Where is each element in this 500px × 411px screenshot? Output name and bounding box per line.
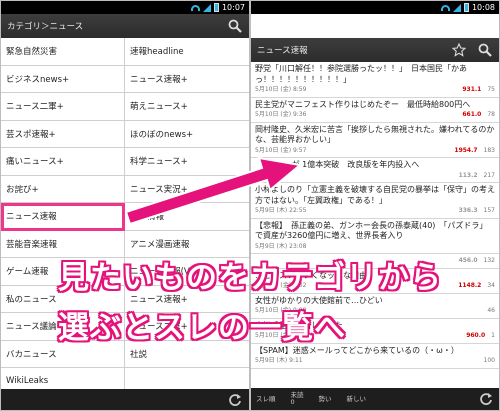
thread-row[interactable]: 【悲報】 孫正義の弟、ガンホー会長の孫泰蔵(40) 「パズドラ」で資産が3260… — [251, 219, 499, 254]
star-icon[interactable] — [451, 42, 467, 58]
category-item[interactable]: お詫び+ — [1, 175, 125, 203]
sort-tab[interactable]: 未読 0 — [291, 392, 304, 406]
thread-screen: 10:08 ニュース速報 野党「川口解任！！参院選勝ったッ！！」 日本国民「かあ… — [250, 0, 500, 411]
thread-reply-count: 34 — [487, 282, 495, 289]
category-item[interactable]: 交通情報 — [125, 203, 249, 231]
thread-date: 5月10日 (金) 9:36 — [255, 111, 307, 118]
thread-row[interactable]: 【SPAM】迷惑メールってどこから来ているの（・ω・） 5月9日 (木) 9:11… — [251, 344, 499, 369]
search-icon[interactable] — [227, 18, 243, 34]
category-item-highlighted[interactable]: ニュース速報 — [1, 203, 125, 231]
bottom-bar — [1, 389, 249, 410]
category-item[interactable]: ニュース速報+ — [125, 66, 249, 93]
thread-reply-count: 1 — [491, 332, 495, 339]
thread-momentum: 931.1 — [462, 86, 482, 93]
screenshot-root: 10:07 カテゴリ＞ニュース 緊急自然災害 速報headline ビジネスnews… — [0, 0, 500, 411]
thread-reply-count: 217 — [483, 171, 495, 179]
action-bar: ニュース速報 — [251, 38, 499, 62]
thread-reply-count: 132 — [483, 257, 495, 264]
category-item[interactable]: 痛いニュース+ — [1, 148, 125, 176]
thread-meta: 5月9日 (木) 9:11 100 — [255, 356, 495, 367]
thread-title: 民主党がマニフェスト作りはじめたぞー 最低時給800円へ — [255, 99, 471, 109]
thread-momentum: 336.3 — [458, 207, 478, 214]
category-item[interactable]: 科学ニュース+ — [125, 148, 249, 176]
board-title: ニュース速報 — [257, 46, 308, 56]
thread-reply-count: 183 — [483, 146, 495, 154]
thread-date: 5月9日 (木) 23:08 — [255, 242, 307, 250]
signal-icon — [202, 3, 211, 12]
thread-momentum: 661.0 — [462, 111, 482, 118]
sort-tab[interactable]: スレ順 — [256, 395, 276, 403]
thread-reply-count: 100 — [483, 357, 495, 364]
status-time: 10:08 — [471, 3, 495, 12]
sort-tab[interactable]: 勢い — [319, 395, 332, 403]
thread-reply-count: 75 — [487, 86, 495, 93]
category-item[interactable]: 芸スポ速報+ — [1, 120, 125, 148]
thread-reply-count: 78 — [487, 111, 495, 118]
thread-date: 5月10日 (金) 8:59 — [255, 86, 307, 93]
status-time: 10:07 — [221, 3, 245, 12]
thread-row[interactable]: 民主党がマニフェスト作りはじめたぞー 最低時給800円へ 5月10日 (金) 9:… — [251, 98, 499, 123]
thread-meta: 5月10日 (金) 9:57 1954.7 183 — [255, 146, 495, 157]
wifi-icon — [440, 4, 450, 11]
search-icon[interactable] — [477, 42, 493, 58]
sort-tab[interactable]: 新しい — [347, 395, 367, 403]
thread-title: 岡村隆史、久米宏に苦言「挨拶したら無視された。嫌われてるのかな、芸能界おかしい」 — [255, 124, 495, 145]
thread-meta: 5月9日 (木) 23:08 — [255, 242, 495, 253]
signal-icon — [452, 3, 461, 12]
thread-momentum: 1954.7 — [454, 146, 478, 154]
status-bar: 10:07 — [1, 1, 249, 14]
action-bar: カテゴリ＞ニュース — [1, 14, 249, 38]
thread-date: 5月10日 (金) 9:57 — [255, 146, 307, 154]
breadcrumb: カテゴリ＞ニュース — [7, 22, 84, 32]
status-bar: 10:08 — [251, 1, 499, 14]
thread-reply-count: 157 — [483, 207, 495, 214]
thread-date: 5月9日 (木) 22:55 — [255, 207, 307, 214]
refresh-icon[interactable] — [227, 392, 243, 408]
wifi-icon — [190, 4, 200, 11]
category-item[interactable]: ニュース二軍+ — [1, 93, 125, 121]
thread-title: 野党「川口解任！！参院選勝ったッ！！」 日本国民「かあっ！！！！！！！！！！」 — [255, 64, 467, 84]
battery-icon — [213, 3, 219, 12]
thread-title: 【悲報】 孫正義の弟、ガンホー会長の孫泰蔵(40) 「パズドラ」で資産が3260… — [255, 220, 488, 241]
category-item[interactable]: ビジネスnews+ — [1, 65, 125, 93]
thread-momentum: 113.2 — [458, 171, 478, 179]
thread-meta: 5月9日 (木) 22:55 336.3 157 — [255, 206, 495, 217]
thread-title: 【SPAM】迷惑メールってどこから来ているの（・ω・） — [255, 345, 459, 355]
thread-title: 「Wii U」が 1億本突破 改良版を年内投入へ — [255, 160, 420, 169]
thread-row[interactable]: 岡村隆史、久米宏に苦言「挨拶したら無視された。嫌われてるのかな、芸能界おかしい」… — [251, 123, 499, 158]
sort-tabs: スレ順 未読 0 勢い 新しい — [251, 388, 499, 410]
category-item[interactable]: 速報headline — [125, 38, 249, 66]
thread-momentum: 960.0 — [466, 332, 486, 339]
caption-line-1: 見たいものをカテゴリから — [58, 260, 442, 296]
category-screen: 10:07 カテゴリ＞ニュース 緊急自然災害 速報headline ビジネスnews… — [0, 0, 250, 411]
caption-line-2: 選ぶとスレの一覧へ — [58, 310, 346, 346]
category-item[interactable]: ほのぼのnews+ — [125, 121, 249, 148]
thread-meta: 113.2 217 — [255, 171, 495, 182]
thread-row[interactable]: 野党「川口解任！！参院選勝ったッ！！」 日本国民「かあっ！！！！！！！！！！」 5… — [251, 62, 499, 98]
thread-row[interactable]: 「Wii U」が 1億本突破 改良版を年内投入へ 113.2 217 — [251, 158, 499, 183]
thread-momentum: 456.0 — [458, 257, 478, 264]
thread-reply-count: 46 — [487, 307, 495, 314]
thread-title: 小林よしのり「立憲主義を破壊する自民党の暴挙は「保守」の考え方ではない。「左翼政… — [255, 185, 495, 205]
category-item[interactable]: 緊急自然災害 — [1, 38, 125, 66]
battery-icon — [463, 3, 469, 12]
category-item[interactable]: ニュース実況+ — [125, 176, 249, 203]
thread-date: 5月9日 (木) 9:11 — [255, 357, 303, 364]
thread-meta: 5月10日 (金) 9:36 661.0 78 — [255, 110, 495, 121]
thread-meta: 5月10日 (金) 8:59 931.1 75 — [255, 85, 495, 96]
refresh-icon[interactable] — [478, 391, 494, 407]
category-item[interactable]: 萌えニュース+ — [125, 93, 249, 121]
thread-momentum: 1148.2 — [458, 282, 482, 289]
thread-row[interactable]: 小林よしのり「立憲主義を破壊する自民党の暴挙は「保守」の考え方ではない。「左翼政… — [251, 183, 499, 219]
